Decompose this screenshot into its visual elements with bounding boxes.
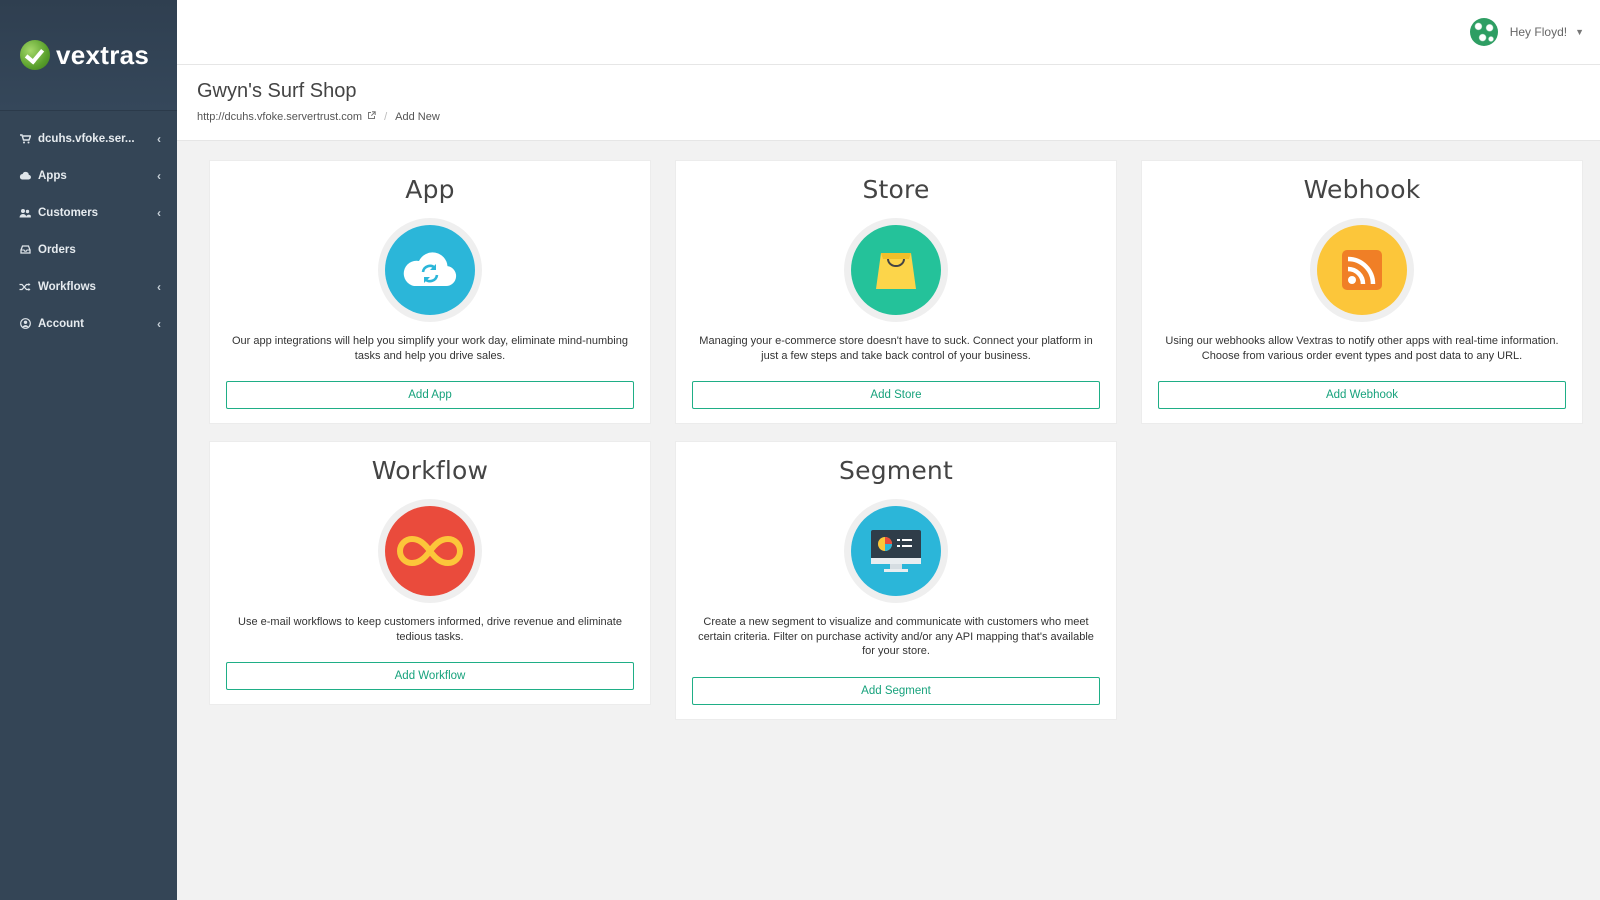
- sidebar-item-label: Apps: [38, 169, 67, 182]
- monitor-chart-icon: [851, 506, 941, 596]
- icon-ring: [1310, 218, 1414, 322]
- cart-icon: [19, 133, 31, 145]
- icon-ring: [378, 218, 482, 322]
- sidebar-item-account[interactable]: Account ‹: [0, 305, 177, 342]
- avatar: [1469, 18, 1498, 46]
- user-greeting: Hey Floyd!: [1509, 25, 1568, 39]
- infinity-icon: [385, 506, 475, 596]
- card-description: Using our webhooks allow Vextras to noti…: [1165, 335, 1559, 362]
- sidebar-item-label: Account: [38, 317, 84, 330]
- cloud-icon: [19, 170, 31, 182]
- icon-ring: [378, 499, 482, 603]
- icon-ring: [844, 499, 948, 603]
- add-workflow-button[interactable]: Add Workflow: [226, 662, 634, 690]
- cloud-sync-icon: [385, 225, 475, 315]
- caret-down-icon: ▼: [1575, 27, 1584, 37]
- user-circle-icon: [19, 318, 31, 330]
- logo[interactable]: vextras: [0, 0, 177, 111]
- workflow-card: Workflow Use e-mail workflows to keep cu…: [209, 441, 651, 705]
- rss-icon: [1317, 225, 1407, 315]
- sidebar: vextras dcuhs.vfoke.ser... ‹ Apps ‹ Cust…: [0, 0, 177, 900]
- segment-card: Segment Create a new segment to visualiz…: [675, 441, 1117, 720]
- breadcrumb: http://dcuhs.vfoke.servertrust.com / Add…: [197, 111, 1600, 123]
- chevron-left-icon: ‹: [157, 316, 161, 331]
- checkmark-logo-icon: [20, 40, 50, 70]
- sidebar-item-orders[interactable]: Orders: [0, 231, 177, 268]
- chevron-left-icon: ‹: [157, 131, 161, 146]
- users-icon: [19, 207, 31, 219]
- breadcrumb-separator: /: [384, 111, 388, 123]
- app-card: App Our app integrations will help you s…: [209, 160, 651, 424]
- card-title: Store: [862, 175, 930, 204]
- add-segment-button[interactable]: Add Segment: [692, 676, 1100, 705]
- sidebar-item-apps[interactable]: Apps ‹: [0, 157, 177, 194]
- card-title: Webhook: [1303, 175, 1421, 204]
- chevron-left-icon: ‹: [157, 279, 161, 294]
- shuffle-icon: [19, 281, 31, 293]
- card-description: Create a new segment to visualize and co…: [698, 616, 1094, 657]
- store-card: Store Managing your e-commerce store doe…: [675, 160, 1117, 424]
- add-app-button[interactable]: Add App: [226, 381, 634, 409]
- add-webhook-button[interactable]: Add Webhook: [1158, 381, 1566, 409]
- external-link-icon[interactable]: [367, 111, 376, 123]
- sidebar-nav: dcuhs.vfoke.ser... ‹ Apps ‹ Customers ‹ …: [0, 111, 177, 342]
- add-store-button[interactable]: Add Store: [692, 381, 1100, 409]
- sidebar-item-label: Orders: [38, 243, 76, 256]
- page-header: Gwyn's Surf Shop http://dcuhs.vfoke.serv…: [177, 65, 1600, 141]
- chevron-left-icon: ‹: [157, 168, 161, 183]
- webhook-card: Webhook Using our webhooks allow Vextras…: [1141, 160, 1583, 424]
- card-title: App: [405, 175, 455, 204]
- sidebar-item-label: dcuhs.vfoke.ser...: [38, 132, 135, 145]
- shopping-bag-icon: [851, 225, 941, 315]
- store-url-link[interactable]: http://dcuhs.vfoke.servertrust.com: [197, 111, 362, 123]
- breadcrumb-current: Add New: [395, 111, 440, 123]
- sidebar-item-store[interactable]: dcuhs.vfoke.ser... ‹: [0, 120, 177, 157]
- sidebar-item-customers[interactable]: Customers ‹: [0, 194, 177, 231]
- card-title: Segment: [839, 456, 953, 485]
- card-description: Our app integrations will help you simpl…: [232, 335, 628, 362]
- page-title: Gwyn's Surf Shop: [197, 80, 357, 102]
- inbox-icon: [19, 244, 31, 256]
- sidebar-item-label: Customers: [38, 206, 99, 219]
- brand-name: vextras: [56, 39, 150, 70]
- topbar: Hey Floyd! ▼: [177, 0, 1600, 65]
- icon-ring: [844, 218, 948, 322]
- sidebar-item-label: Workflows: [38, 280, 96, 293]
- user-menu[interactable]: Hey Floyd! ▼: [1469, 18, 1584, 46]
- sidebar-item-workflows[interactable]: Workflows ‹: [0, 268, 177, 305]
- card-title: Workflow: [371, 456, 489, 485]
- chevron-left-icon: ‹: [157, 205, 161, 220]
- card-description: Use e-mail workflows to keep customers i…: [238, 616, 622, 643]
- card-description: Managing your e-commerce store doesn't h…: [699, 335, 1093, 362]
